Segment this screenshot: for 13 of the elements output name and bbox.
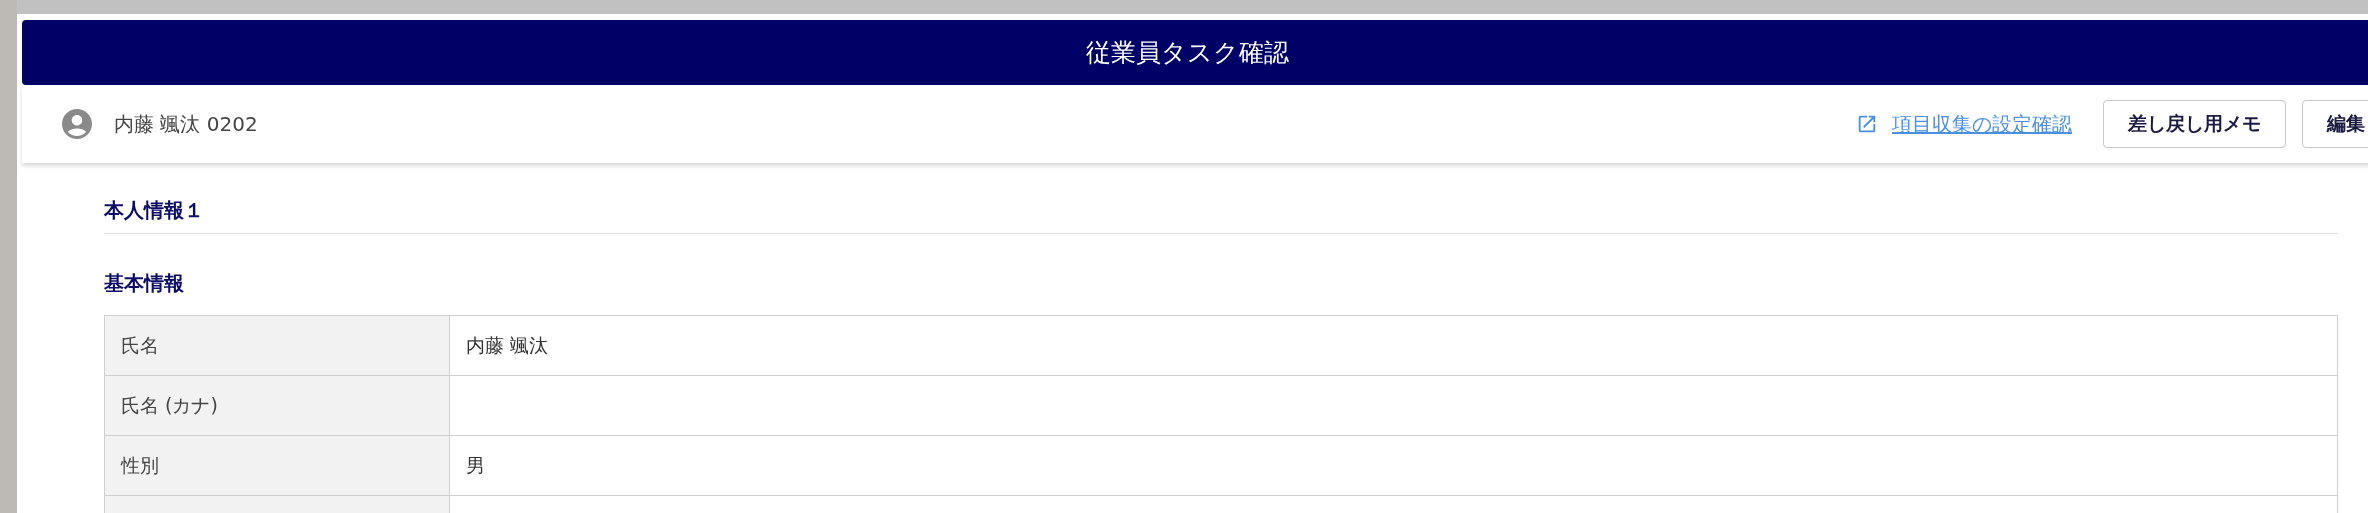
- subsection-title: 基本情報: [104, 270, 185, 297]
- section-title: 本人情報１: [104, 197, 205, 224]
- value-cell-text: 内藤 颯汰: [465, 332, 550, 358]
- value-cell-text: 男: [465, 452, 486, 478]
- employee-name: 内藤 颯汰 0202: [114, 110, 258, 138]
- label-cell: 性別: [105, 436, 450, 495]
- label-cell: 氏名 (カナ): [105, 376, 450, 435]
- return-memo-button[interactable]: 差し戻し用メモ: [2103, 100, 2286, 148]
- label-cell: 氏名: [105, 316, 450, 375]
- external-link-icon: [1856, 113, 1878, 135]
- modal-title: 従業員タスク確認: [1086, 37, 1290, 69]
- avatar-icon: [59, 106, 95, 142]
- edit-button[interactable]: 編集: [2302, 100, 2368, 148]
